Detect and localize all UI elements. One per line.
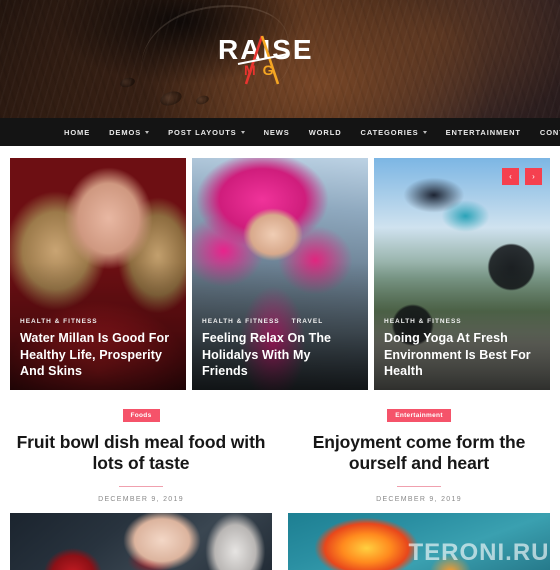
featured-card-2-meta: HEALTH & FITNESS TRAVEL Feeling Relax On… (202, 318, 358, 380)
post-list: Foods Fruit bowl dish meal food with lot… (0, 390, 560, 503)
post-item-1-thumbnail[interactable] (10, 513, 272, 570)
main-navigation: HOME DEMOS POST LAYOUTS NEWS WORLD CATEG… (0, 118, 560, 146)
category-link[interactable]: TRAVEL (292, 318, 324, 325)
nav-label: HOME (64, 127, 91, 137)
featured-posts-carousel: HEALTH & FITNESS Water Millan Is Good Fo… (0, 146, 560, 390)
nav-label: CATEGORIES (360, 127, 419, 137)
nav-label: NEWS (263, 127, 290, 137)
nav-label: DEMOS (109, 127, 142, 137)
featured-card-2[interactable]: HEALTH & FITNESS TRAVEL Feeling Relax On… (192, 158, 368, 390)
logo-sub-g: G (262, 62, 281, 78)
site-logo[interactable]: RAISE MG (218, 36, 348, 92)
post-item-2: Entertainment Enjoyment come form the ou… (288, 404, 550, 503)
post-item-1: Foods Fruit bowl dish meal food with lot… (10, 404, 272, 503)
nav-label: ENTERTAINMENT (445, 127, 521, 137)
post-image-rose (10, 513, 272, 570)
chevron-down-icon (422, 130, 427, 134)
title-divider (119, 485, 163, 488)
post-thumbnail-row: TERONI.RU (0, 503, 560, 570)
logo-sub-m: M (244, 62, 263, 78)
nav-item-news[interactable]: NEWS (264, 128, 290, 137)
post-item-1-title[interactable]: Fruit bowl dish meal food with lots of t… (10, 432, 272, 475)
logo-a-mark-icon (237, 35, 289, 85)
featured-card-3-title[interactable]: Doing Yoga At Fresh Environment Is Best … (384, 330, 540, 380)
carousel-prev-button[interactable]: ‹ (502, 168, 519, 185)
nav-item-demos[interactable]: DEMOS (109, 127, 150, 137)
post-item-2-date: DECEMBER 9, 2019 (376, 496, 462, 504)
post-image-carnival-ride (288, 513, 550, 570)
chevron-down-icon (145, 130, 150, 134)
category-link[interactable]: HEALTH & FITNESS (384, 318, 462, 325)
nav-item-contact-us[interactable]: CONTACT US (540, 128, 560, 137)
site-header: RAISE MG (0, 0, 560, 118)
post-item-2-title[interactable]: Enjoyment come form the ourself and hear… (288, 432, 550, 475)
featured-card-1-meta: HEALTH & FITNESS Water Millan Is Good Fo… (20, 318, 176, 380)
carousel-next-button[interactable]: › (525, 168, 542, 185)
nav-label: POST LAYOUTS (168, 127, 237, 137)
featured-card-1[interactable]: HEALTH & FITNESS Water Millan Is Good Fo… (10, 158, 186, 390)
post-item-1-date: DECEMBER 9, 2019 (98, 496, 184, 504)
nav-item-home[interactable]: HOME (64, 128, 90, 137)
category-link[interactable]: HEALTH & FITNESS (202, 318, 280, 325)
featured-card-2-title[interactable]: Feeling Relax On The Holidalys With My F… (202, 330, 358, 380)
nav-item-world[interactable]: WORLD (309, 128, 342, 137)
carousel-navigation: ‹ › (502, 168, 542, 185)
featured-card-1-title[interactable]: Water Millan Is Good For Healthy Life, P… (20, 330, 176, 380)
nav-item-entertainment[interactable]: ENTERTAINMENT (446, 128, 521, 137)
post-category-badge[interactable]: Foods (122, 409, 160, 422)
post-category-badge[interactable]: Entertainment (387, 409, 451, 422)
featured-card-3-meta: HEALTH & FITNESS Doing Yoga At Fresh Env… (384, 318, 540, 380)
category-list: HEALTH & FITNESS (20, 318, 176, 325)
category-list: HEALTH & FITNESS (384, 318, 540, 325)
title-divider (397, 485, 441, 488)
nav-item-post-layouts[interactable]: POST LAYOUTS (168, 127, 245, 137)
category-list: HEALTH & FITNESS TRAVEL (202, 318, 358, 325)
post-item-2-thumbnail[interactable]: TERONI.RU (288, 513, 550, 570)
nav-label: CONTACT US (539, 127, 560, 137)
logo-subtext: MG (244, 63, 281, 77)
featured-card-3[interactable]: ‹ › HEALTH & FITNESS Doing Yoga At Fresh… (374, 158, 550, 390)
chevron-down-icon (240, 130, 245, 134)
category-link[interactable]: HEALTH & FITNESS (20, 318, 98, 325)
nav-label: WORLD (308, 127, 342, 137)
nav-item-categories[interactable]: CATEGORIES (361, 128, 427, 137)
